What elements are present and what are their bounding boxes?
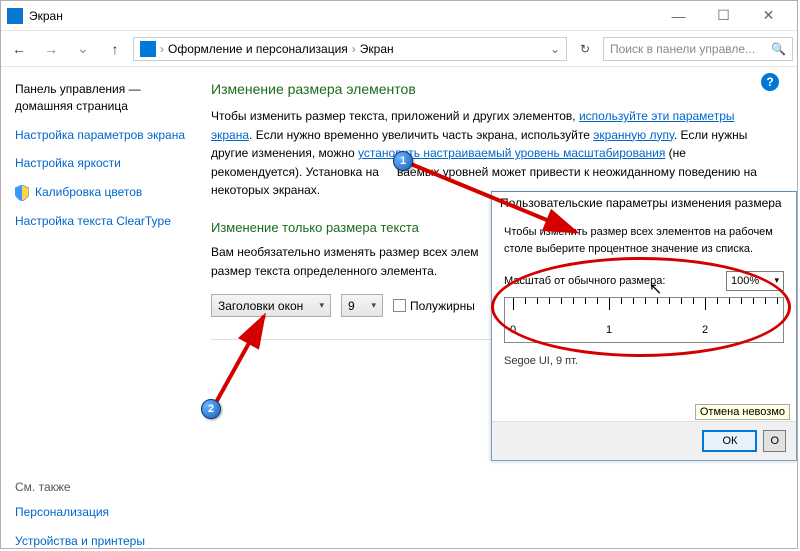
breadcrumb-lvl2[interactable]: Экран: [360, 42, 394, 56]
monitor-icon: [140, 41, 156, 57]
sidebar-seealso-devices[interactable]: Устройства и принтеры: [15, 533, 186, 550]
scaling-ruler[interactable]: 0 1 2: [504, 297, 784, 343]
control-panel-home-link[interactable]: Панель управления — домашняя страница: [15, 81, 186, 115]
sidebar: Панель управления — домашняя страница На…: [1, 67, 201, 546]
up-button[interactable]: ↑: [101, 35, 129, 63]
checkbox-bold-label: Полужирны: [410, 299, 475, 313]
sidebar-item-resolution[interactable]: Настройка параметров экрана: [15, 127, 186, 144]
minimize-button[interactable]: —: [656, 2, 701, 30]
checkbox-bold[interactable]: [393, 299, 406, 312]
chevron-down-icon: ▾: [371, 300, 376, 311]
chevron-down-icon: ▾: [774, 274, 779, 288]
tooltip-cancel-disabled: Отмена невозмо: [695, 404, 790, 420]
search-input[interactable]: Поиск в панели управле... 🔍: [603, 37, 793, 61]
shield-icon: [15, 185, 29, 201]
link-custom-scaling[interactable]: установить настраиваемый уровень масштаб…: [358, 146, 665, 160]
breadcrumb-lvl1[interactable]: Оформление и персонализация: [168, 42, 348, 56]
section-body-resize: Чтобы изменить размер текста, приложений…: [211, 107, 777, 200]
dropdown-font-size[interactable]: 9▾: [341, 294, 383, 317]
breadcrumb[interactable]: › Оформление и персонализация › Экран ⌄: [133, 37, 567, 61]
custom-scaling-dialog: Пользовательские параметры изменения раз…: [491, 191, 797, 461]
close-button[interactable]: ✕: [746, 2, 791, 30]
history-dropdown[interactable]: ⌄: [69, 35, 97, 63]
section-heading-resize: Изменение размера элементов: [211, 81, 777, 97]
cancel-button[interactable]: О: [763, 430, 786, 452]
window-title: Экран: [29, 9, 656, 23]
dropdown-text-element[interactable]: Заголовки окон▾: [211, 294, 331, 317]
sidebar-item-cleartype[interactable]: Настройка текста ClearType: [15, 213, 186, 230]
maximize-button[interactable]: ☐: [701, 2, 746, 30]
refresh-button[interactable]: ↻: [571, 37, 599, 61]
back-button[interactable]: ←: [5, 35, 33, 63]
dialog-description: Чтобы изменить размер всех элементов на …: [504, 224, 784, 257]
see-also-heading: См. также: [15, 480, 186, 494]
titlebar: Экран — ☐ ✕: [1, 1, 797, 31]
dialog-title: Пользовательские параметры изменения раз…: [492, 192, 796, 214]
link-magnifier[interactable]: экранную лупу: [593, 128, 674, 142]
font-preview: Segoe UI, 9 пт.: [504, 353, 784, 370]
sidebar-item-brightness[interactable]: Настройка яркости: [15, 155, 186, 172]
display-settings-window: Экран — ☐ ✕ ← → ⌄ ↑ › Оформление и персо…: [0, 0, 798, 549]
help-icon[interactable]: ?: [761, 73, 779, 91]
breadcrumb-dropdown-icon[interactable]: ⌄: [550, 42, 560, 56]
scale-label: Масштаб от обычного размера:: [504, 273, 716, 290]
sidebar-seealso-personalization[interactable]: Персонализация: [15, 504, 186, 521]
ok-button[interactable]: ОК: [702, 430, 757, 452]
navbar: ← → ⌄ ↑ › Оформление и персонализация › …: [1, 31, 797, 67]
forward-button[interactable]: →: [37, 35, 65, 63]
sidebar-item-color-calibration[interactable]: Калибровка цветов: [15, 184, 186, 201]
chevron-down-icon: ▾: [319, 300, 324, 311]
window-icon: [7, 8, 23, 24]
search-icon: 🔍: [771, 42, 786, 56]
search-placeholder: Поиск в панели управле...: [610, 42, 755, 56]
scale-dropdown[interactable]: 100%▾: [726, 271, 784, 291]
